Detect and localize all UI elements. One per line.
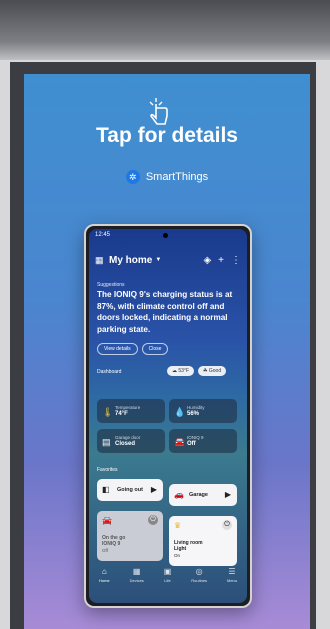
- nav-devices[interactable]: ▦ Devices: [130, 563, 144, 603]
- droplet-icon: 💧: [174, 407, 186, 417]
- more-icon[interactable]: ⋮: [231, 255, 241, 266]
- nav-label: Devices: [129, 578, 144, 583]
- phone-screen: 12:45 ▦ My home ▼ ◈ + ⋮ Suggestions The …: [89, 229, 247, 603]
- nav-label: Menu: [226, 578, 237, 583]
- brand-name: SmartThings: [145, 171, 209, 183]
- device-status: On: [174, 553, 181, 558]
- tile-value: 74°F: [115, 411, 128, 417]
- tile-value: Off: [187, 441, 196, 447]
- light-device-card[interactable]: ♛ ⏻ Living room Light On: [169, 516, 237, 566]
- camera-icon: [163, 233, 168, 238]
- play-icon[interactable]: ▶: [151, 485, 157, 494]
- routine-label: Going out: [117, 487, 143, 493]
- nav-life[interactable]: ▣ Life: [164, 563, 172, 603]
- garage-routine[interactable]: 🚗 Garage ▶: [169, 484, 237, 506]
- garage-door-tile[interactable]: ▤ Garage door Closed: [97, 429, 165, 453]
- home-grid-icon: ▦: [95, 255, 104, 265]
- thermometer-icon: 🌡: [102, 407, 114, 417]
- garage-icon: ▤: [102, 437, 111, 447]
- devices-icon: ▦: [132, 567, 141, 576]
- lamp-icon: ♛: [174, 521, 182, 530]
- power-icon[interactable]: ⏻: [222, 520, 232, 530]
- nav-label: Routines: [191, 578, 208, 583]
- suggestions-label: Suggestions: [97, 282, 125, 288]
- weather-chip[interactable]: ☁ 53°F: [167, 366, 195, 376]
- air-quality: Good: [208, 368, 222, 374]
- tile-value: Closed: [115, 441, 136, 447]
- device-line2: IONIQ 9: [102, 541, 121, 547]
- phone-device: 12:45 ▦ My home ▼ ◈ + ⋮ Suggestions The …: [84, 224, 252, 608]
- tile-value: 56%: [187, 411, 200, 417]
- tile-label: IONIQ 9: [187, 435, 204, 440]
- bottom-nav: ⌂ Home ▦ Devices ▣ Life ◎ Routines ☰ Menu: [89, 563, 247, 603]
- dashboard-label: Dashboard: [97, 369, 122, 375]
- power-icon[interactable]: ⏻: [148, 515, 158, 525]
- routines-icon: ◎: [195, 567, 203, 576]
- humidity-tile[interactable]: 💧 Humidity 56%: [169, 399, 237, 423]
- menu-icon: ☰: [228, 567, 236, 576]
- device-line2: Light: [174, 546, 187, 552]
- car-device-card[interactable]: 🚘 ⏻ On the go IONIQ 9 Off: [97, 511, 163, 561]
- nav-routines[interactable]: ◎ Routines: [191, 563, 207, 603]
- view-details-button[interactable]: View details: [97, 343, 138, 355]
- car-icon: 🚘: [174, 437, 186, 447]
- temperature-tile[interactable]: 🌡 Temperature 74°F: [97, 399, 165, 423]
- suggestion-text: The IONIQ 9's charging status is at 87%,…: [97, 290, 233, 334]
- favorites-label: Favorites: [97, 467, 118, 473]
- home-selector[interactable]: My home: [109, 255, 152, 266]
- routine-label: Garage: [189, 492, 208, 498]
- add-icon[interactable]: +: [218, 255, 224, 266]
- life-icon: ▣: [163, 567, 172, 576]
- nav-menu[interactable]: ☰ Menu: [227, 563, 237, 603]
- nav-label: Home: [98, 578, 110, 583]
- smartthings-logo-icon: ✲: [125, 170, 140, 184]
- chevron-down-icon[interactable]: ▼: [155, 257, 161, 263]
- going-out-icon: ◧: [102, 485, 110, 494]
- device-status: Off: [102, 548, 108, 553]
- smartthings-cube-icon[interactable]: ◈: [203, 255, 211, 266]
- brand-row: ✲ SmartThings: [24, 170, 310, 184]
- garage-car-icon: 🚗: [174, 490, 184, 499]
- car-icon: 🚘: [102, 516, 112, 525]
- tile-label: Garage door: [115, 435, 141, 440]
- weather-temp: 53°F: [178, 368, 190, 374]
- tile-label: Humidity: [187, 405, 205, 410]
- going-out-routine[interactable]: ◧ Going out ▶: [97, 479, 163, 501]
- nav-label: Life: [164, 578, 171, 583]
- car-tile[interactable]: 🚘 IONIQ 9 Off: [169, 429, 237, 453]
- status-time: 12:45: [95, 232, 111, 238]
- home-header: ▦ My home ▼ ◈ + ⋮: [95, 253, 241, 267]
- poster-headline: Tap for details: [96, 124, 238, 147]
- play-icon[interactable]: ▶: [225, 490, 231, 499]
- close-button[interactable]: Close: [141, 343, 169, 355]
- ceiling-frame: [0, 0, 330, 60]
- air-quality-chip[interactable]: ☘ Good: [198, 366, 227, 376]
- tile-label: Temperature: [115, 405, 141, 410]
- nav-home[interactable]: ⌂ Home: [99, 563, 110, 603]
- home-icon: ⌂: [101, 567, 107, 576]
